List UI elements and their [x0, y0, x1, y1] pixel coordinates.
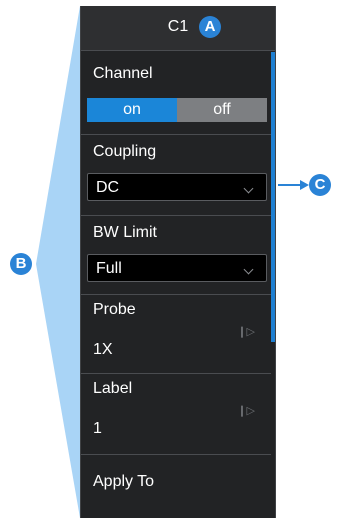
- apply-to-label: Apply To: [93, 473, 155, 490]
- channel-on-option[interactable]: on: [87, 98, 177, 122]
- callout-arrow-icon: [278, 180, 309, 190]
- coupling-value: DC: [96, 179, 120, 196]
- label-section[interactable]: Label 1 ❙▷: [81, 374, 271, 455]
- channel-section: Channel on off: [81, 51, 271, 135]
- probe-label: Probe: [93, 301, 136, 318]
- coupling-label: Coupling: [93, 143, 157, 160]
- bw-limit-value: Full: [96, 260, 122, 277]
- label-item-value: 1: [93, 420, 102, 437]
- channel-menu-panel: C1 A Channel on off Coupling DC BW Limit…: [80, 6, 276, 518]
- probe-section[interactable]: Probe 1X ❙▷: [81, 295, 271, 374]
- menu-title-bar: C1 A: [81, 6, 275, 51]
- label-item-label: Label: [93, 380, 133, 397]
- menu-title: C1: [167, 18, 189, 35]
- coupling-select[interactable]: DC: [87, 173, 267, 201]
- apply-to-section[interactable]: Apply To: [81, 455, 271, 518]
- submenu-arrow-icon: ❙▷: [237, 326, 255, 338]
- channel-off-option[interactable]: off: [177, 98, 267, 122]
- annotation-badge-c: C: [309, 174, 331, 196]
- bw-limit-select[interactable]: Full: [87, 254, 267, 282]
- probe-value: 1X: [93, 341, 113, 358]
- bw-limit-section[interactable]: BW Limit Full: [81, 216, 271, 295]
- menu-scrollbar[interactable]: [271, 52, 275, 342]
- chevron-down-icon: [243, 264, 254, 275]
- chevron-down-icon: [243, 183, 254, 194]
- bw-limit-label: BW Limit: [93, 224, 157, 241]
- channel-toggle[interactable]: on off: [87, 98, 267, 122]
- submenu-arrow-icon: ❙▷: [237, 405, 255, 417]
- annotation-badge-a: A: [199, 16, 221, 38]
- annotation-badge-b: B: [10, 253, 32, 275]
- coupling-section[interactable]: Coupling DC: [81, 135, 271, 216]
- channel-label: Channel: [93, 65, 153, 82]
